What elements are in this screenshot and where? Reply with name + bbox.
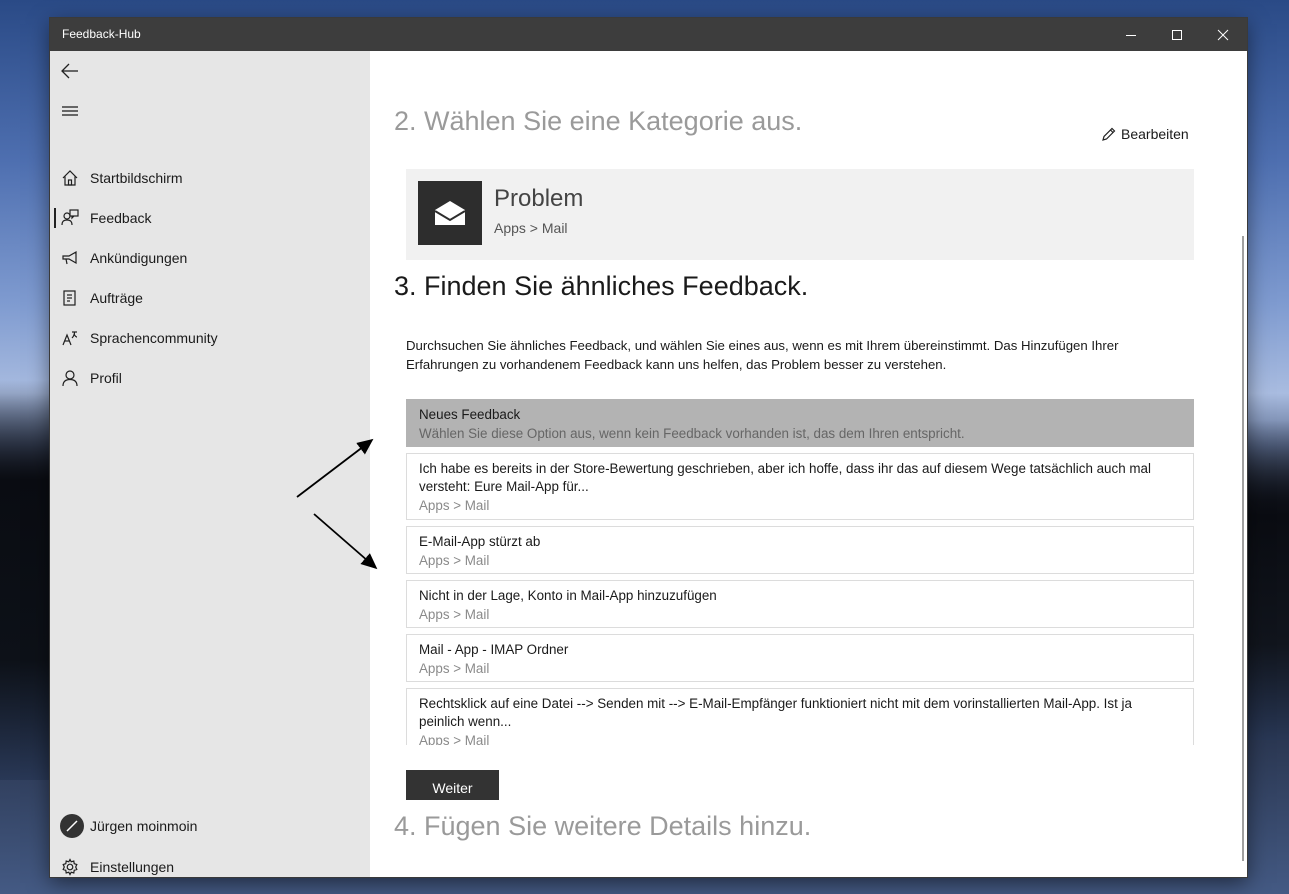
back-button[interactable] (58, 59, 82, 83)
settings-label: Einstellungen (90, 859, 175, 875)
list-item-title: Neues Feedback (419, 407, 521, 422)
list-item-subtitle: Apps > Mail (419, 553, 490, 568)
close-icon (1217, 29, 1229, 40)
sidebar: Startbildschirm Feedback Ankündigungen A… (50, 51, 370, 877)
gear-icon (60, 857, 80, 877)
home-icon (60, 168, 80, 188)
list-item-subtitle: Apps > Mail (419, 733, 490, 745)
list-item-title: E-Mail-App stürzt ab (419, 534, 541, 549)
similar-feedback-list[interactable]: Neues Feedback Wählen Sie diese Option a… (406, 399, 1194, 745)
step2-heading: 2. Wählen Sie eine Kategorie aus. (394, 106, 803, 136)
person-icon (60, 368, 80, 388)
sidebar-item-feedback[interactable]: Feedback (50, 198, 370, 238)
sidebar-item-ankuendigungen[interactable]: Ankündigungen (50, 238, 370, 278)
list-item-subtitle: Apps > Mail (419, 661, 490, 676)
step3-description: Durchsuchen Sie ähnliches Feedback, und … (406, 338, 1119, 372)
list-item[interactable]: Ich habe es bereits in der Store-Bewertu… (406, 453, 1194, 520)
sidebar-item-label: Aufträge (90, 290, 143, 306)
user-name: Jürgen moinmoin (90, 818, 198, 834)
mail-envelope-icon (418, 181, 482, 245)
edit-category-button[interactable]: Bearbeiten (1101, 126, 1189, 142)
list-item-subtitle: Apps > Mail (419, 498, 490, 513)
close-button[interactable] (1200, 18, 1246, 51)
hamburger-menu-button[interactable] (58, 99, 82, 123)
list-item-title: Rechtsklick auf eine Datei --> Senden mi… (419, 696, 1132, 729)
desktop-wallpaper-left (0, 380, 52, 780)
hamburger-icon (62, 106, 78, 116)
active-indicator (54, 208, 56, 228)
back-arrow-icon (61, 63, 78, 79)
maximize-button[interactable] (1154, 18, 1200, 51)
list-item[interactable]: Mail - App - IMAP Ordner Apps > Mail (406, 634, 1194, 682)
app-window: Feedback-Hub Startbildschirm Feedback An… (50, 18, 1247, 877)
megaphone-icon (60, 248, 80, 268)
feedback-icon (60, 208, 80, 228)
list-item-subtitle: Wählen Sie diese Option aus, wenn kein F… (419, 426, 965, 441)
list-item-title: Nicht in der Lage, Konto in Mail-App hin… (419, 588, 717, 603)
sidebar-item-label: Sprachencommunity (90, 330, 218, 346)
maximize-icon (1172, 29, 1182, 40)
list-item-title: Mail - App - IMAP Ordner (419, 642, 569, 657)
main-content: 2. Wählen Sie eine Kategorie aus. Bearbe… (370, 51, 1247, 877)
sidebar-item-label: Profil (90, 370, 122, 386)
sidebar-item-startbildschirm[interactable]: Startbildschirm (50, 158, 370, 198)
pencil-icon (1102, 127, 1116, 141)
category-path: Apps > Mail (494, 220, 568, 236)
list-item[interactable]: Nicht in der Lage, Konto in Mail-App hin… (406, 580, 1194, 628)
title-bar: Feedback-Hub (50, 18, 1247, 51)
list-item-title: Ich habe es bereits in der Store-Bewertu… (419, 461, 1151, 494)
minimize-button[interactable] (1108, 18, 1154, 51)
sidebar-item-label: Ankündigungen (90, 250, 188, 266)
window-title: Feedback-Hub (62, 27, 141, 41)
list-item[interactable]: Rechtsklick auf eine Datei --> Senden mi… (406, 688, 1194, 745)
list-item[interactable]: E-Mail-App stürzt ab Apps > Mail (406, 526, 1194, 574)
selected-category-card: Problem Apps > Mail (406, 169, 1194, 260)
pen-avatar-icon (66, 820, 78, 832)
settings-button[interactable]: Einstellungen (50, 847, 370, 887)
avatar (60, 814, 84, 838)
quests-icon (60, 288, 80, 308)
vertical-scrollbar[interactable] (1242, 236, 1244, 861)
category-title: Problem (494, 185, 584, 212)
sidebar-item-label: Feedback (90, 210, 152, 226)
list-item-new-feedback[interactable]: Neues Feedback Wählen Sie diese Option a… (406, 399, 1194, 447)
sidebar-item-profil[interactable]: Profil (50, 358, 370, 398)
sidebar-item-auftraege[interactable]: Aufträge (50, 278, 370, 318)
list-item-subtitle: Apps > Mail (419, 607, 490, 622)
edit-label: Bearbeiten (1121, 126, 1189, 142)
desktop-wallpaper-right (1245, 420, 1289, 740)
user-account-button[interactable]: Jürgen moinmoin (50, 806, 370, 846)
sidebar-item-label: Startbildschirm (90, 170, 183, 186)
next-button[interactable]: Weiter (406, 770, 499, 800)
step3-heading: 3. Finden Sie ähnliches Feedback. (394, 271, 809, 301)
step4-heading: 4. Fügen Sie weitere Details hinzu. (394, 811, 812, 841)
sidebar-item-sprachencommunity[interactable]: Sprachencommunity (50, 318, 370, 358)
minimize-icon (1126, 34, 1136, 36)
language-icon (60, 328, 80, 348)
